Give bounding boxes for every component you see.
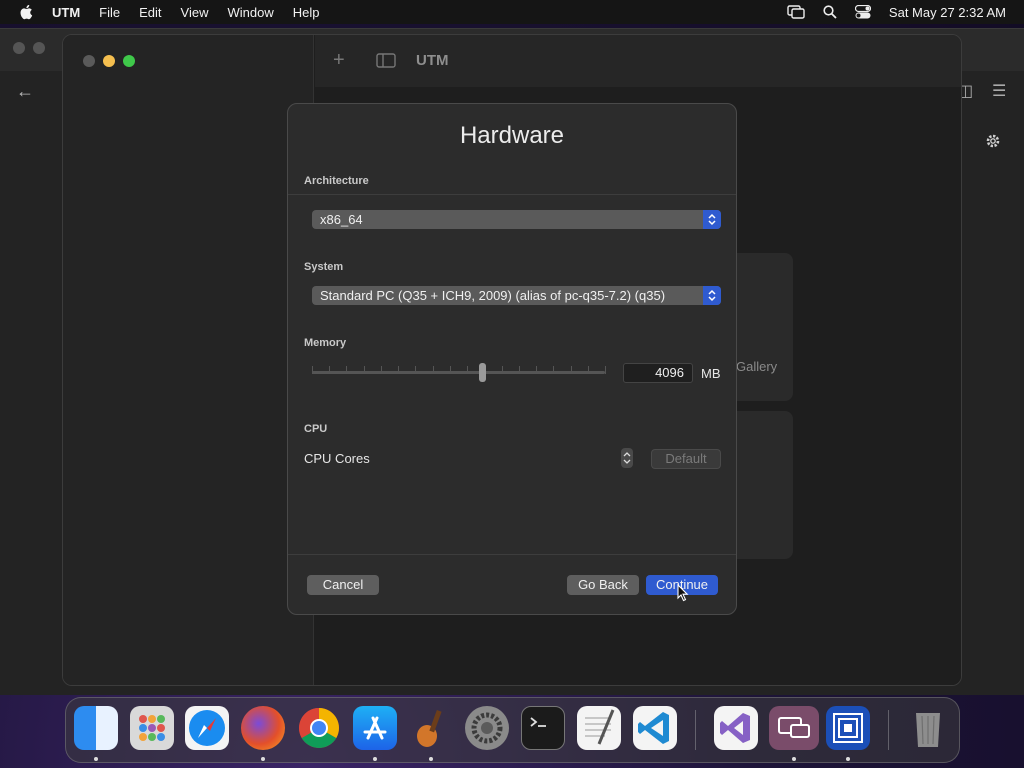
architecture-label: Architecture bbox=[304, 175, 369, 187]
memory-slider-knob[interactable] bbox=[478, 363, 486, 382]
cpu-cores-default-field[interactable]: Default bbox=[651, 449, 721, 469]
vscode-icon[interactable] bbox=[633, 706, 677, 750]
slider-tick bbox=[346, 366, 348, 374]
running-indicator bbox=[792, 757, 796, 761]
hamburger-menu-icon[interactable]: ☰ bbox=[992, 81, 1006, 101]
dock bbox=[65, 697, 960, 763]
slider-tick bbox=[467, 366, 469, 374]
slider-tick bbox=[329, 366, 331, 374]
menu-bar: UTM File Edit View Window Help Sat May 2… bbox=[0, 0, 1024, 24]
trash-icon[interactable] bbox=[906, 706, 950, 750]
memory-label: Memory bbox=[304, 337, 347, 349]
utm-toolbar bbox=[315, 35, 961, 87]
menu-file[interactable]: File bbox=[99, 5, 120, 20]
system-settings-icon[interactable] bbox=[465, 706, 509, 750]
finder-icon[interactable] bbox=[74, 706, 118, 750]
slider-tick bbox=[415, 366, 417, 374]
architecture-value: x86_64 bbox=[320, 212, 363, 227]
vm-sidebar bbox=[63, 35, 314, 685]
section-divider bbox=[288, 194, 736, 195]
dock-separator bbox=[695, 710, 696, 750]
slider-tick bbox=[312, 366, 313, 374]
control-center-icon[interactable] bbox=[854, 5, 871, 19]
garageband-icon[interactable] bbox=[409, 706, 453, 750]
slider-tick bbox=[553, 366, 555, 374]
screen-sharing-icon[interactable] bbox=[769, 706, 819, 750]
dock-separator bbox=[888, 710, 889, 750]
system-value: Standard PC (Q35 + ICH9, 2009) (alias of… bbox=[320, 288, 666, 303]
utm-icon[interactable] bbox=[826, 706, 870, 750]
hardware-sheet: Hardware Architecture x86_64 System Stan… bbox=[287, 103, 737, 615]
cancel-button[interactable]: Cancel bbox=[307, 575, 379, 595]
textedit-icon[interactable] bbox=[577, 706, 621, 750]
window-title: UTM bbox=[416, 52, 449, 69]
slider-tick bbox=[605, 366, 606, 374]
memory-input[interactable]: 4096 bbox=[623, 363, 693, 383]
running-indicator bbox=[429, 757, 433, 761]
menu-edit[interactable]: Edit bbox=[139, 5, 161, 20]
background-close-button[interactable] bbox=[13, 42, 25, 54]
slider-tick bbox=[501, 366, 503, 374]
menu-view[interactable]: View bbox=[181, 5, 209, 20]
background-minimize-button[interactable] bbox=[33, 42, 45, 54]
menu-help[interactable]: Help bbox=[293, 5, 320, 20]
gallery-label: Gallery bbox=[736, 359, 778, 374]
architecture-popup[interactable]: x86_64 bbox=[312, 210, 721, 229]
menu-window[interactable]: Window bbox=[227, 5, 273, 20]
popup-arrows-icon bbox=[703, 210, 721, 229]
safari-icon[interactable] bbox=[185, 706, 229, 750]
running-indicator bbox=[261, 757, 265, 761]
menu-app-name[interactable]: UTM bbox=[52, 5, 80, 20]
go-back-button[interactable]: Go Back bbox=[567, 575, 639, 595]
running-indicator bbox=[94, 757, 98, 761]
slider-tick bbox=[570, 366, 572, 374]
back-arrow-icon[interactable]: ← bbox=[16, 81, 34, 102]
slider-tick bbox=[398, 366, 400, 374]
chrome-icon[interactable] bbox=[297, 706, 341, 750]
cpu-label: CPU bbox=[304, 423, 328, 435]
apple-icon[interactable] bbox=[18, 3, 36, 21]
spotlight-icon[interactable] bbox=[823, 5, 837, 19]
slider-tick bbox=[587, 366, 589, 374]
sheet-title: Hardware bbox=[459, 122, 565, 149]
popup-arrows-icon bbox=[703, 286, 721, 305]
slider-tick bbox=[380, 366, 382, 374]
app-store-icon[interactable] bbox=[353, 706, 397, 750]
close-button[interactable] bbox=[83, 55, 95, 67]
slider-tick bbox=[518, 366, 520, 374]
footer-divider bbox=[288, 554, 736, 555]
cpu-cores-stepper[interactable] bbox=[621, 448, 633, 468]
add-vm-icon[interactable]: + bbox=[333, 49, 345, 72]
menubar-clock[interactable]: Sat May 27 2:32 AM bbox=[889, 5, 1006, 20]
slider-tick bbox=[363, 366, 365, 374]
system-label: System bbox=[304, 261, 344, 273]
mouse-cursor-icon bbox=[677, 584, 689, 602]
screen-mirroring-icon[interactable] bbox=[787, 5, 805, 19]
slider-tick bbox=[449, 366, 451, 374]
launchpad-icon[interactable] bbox=[130, 706, 174, 750]
gear-icon[interactable] bbox=[984, 132, 1002, 150]
cpu-cores-label: CPU Cores bbox=[304, 451, 370, 466]
running-indicator bbox=[373, 757, 377, 761]
visual-studio-icon[interactable] bbox=[714, 706, 758, 750]
zoom-button[interactable] bbox=[123, 55, 135, 67]
firefox-icon[interactable] bbox=[241, 706, 285, 750]
memory-unit-label: MB bbox=[701, 366, 721, 381]
system-popup[interactable]: Standard PC (Q35 + ICH9, 2009) (alias of… bbox=[312, 286, 721, 305]
minimize-button[interactable] bbox=[103, 55, 115, 67]
slider-tick bbox=[536, 366, 538, 374]
running-indicator bbox=[846, 757, 850, 761]
sidebar-toggle-icon[interactable] bbox=[376, 53, 396, 68]
memory-slider-track[interactable] bbox=[312, 371, 605, 374]
terminal-icon[interactable] bbox=[521, 706, 565, 750]
slider-tick bbox=[432, 366, 434, 374]
